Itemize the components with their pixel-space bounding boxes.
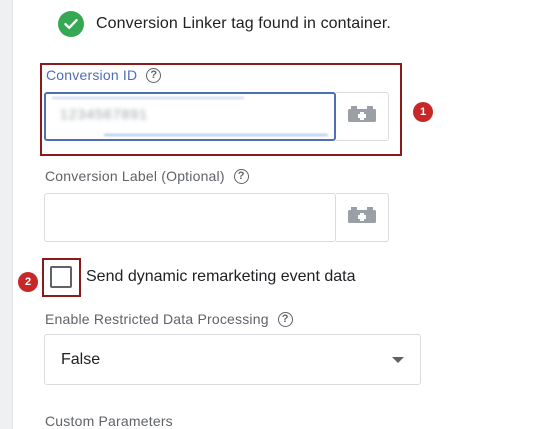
focus-glow-bottom xyxy=(104,134,328,136)
linker-status-text: Conversion Linker tag found in container… xyxy=(96,15,391,32)
left-gutter xyxy=(0,0,13,429)
conversion-label-variable-button[interactable] xyxy=(336,193,389,242)
variable-picker-icon xyxy=(347,206,377,229)
restricted-processing-label-text: Enable Restricted Data Processing xyxy=(45,311,269,327)
restricted-processing-select[interactable]: False xyxy=(44,334,421,385)
conversion-id-value: 1234567891 xyxy=(60,106,148,122)
check-circle-icon xyxy=(58,11,84,37)
help-icon[interactable]: ? xyxy=(146,67,162,83)
custom-parameters-label: Custom Parameters xyxy=(45,413,173,429)
conversion-id-label-text: Conversion ID xyxy=(46,67,138,83)
linker-status-row: Conversion Linker tag found in container… xyxy=(58,10,391,38)
conversion-id-input[interactable]: 1234567891 xyxy=(44,92,336,141)
dropdown-arrow-icon xyxy=(392,357,404,363)
annotation-badge-2: 2 xyxy=(18,272,38,292)
dynamic-remarketing-checkbox[interactable] xyxy=(50,266,72,288)
custom-parameters-label-text: Custom Parameters xyxy=(45,413,173,429)
help-icon[interactable]: ? xyxy=(277,311,293,327)
annotation-badge-1: 1 xyxy=(413,102,433,122)
dynamic-remarketing-label[interactable]: Send dynamic remarketing event data xyxy=(86,268,355,286)
focus-glow-top xyxy=(52,97,244,99)
conversion-label-label-text: Conversion Label (Optional) xyxy=(45,168,225,184)
conversion-label-input[interactable] xyxy=(44,193,336,242)
conversion-label-label: Conversion Label (Optional) ? xyxy=(45,168,249,184)
restricted-processing-value: False xyxy=(61,351,101,368)
help-icon[interactable]: ? xyxy=(233,168,249,184)
tag-config-panel: Conversion Linker tag found in container… xyxy=(0,0,536,429)
conversion-id-variable-button[interactable] xyxy=(336,92,389,141)
variable-picker-icon xyxy=(347,105,377,128)
conversion-id-label: Conversion ID ? xyxy=(46,67,162,83)
restricted-processing-label: Enable Restricted Data Processing ? xyxy=(45,311,293,327)
